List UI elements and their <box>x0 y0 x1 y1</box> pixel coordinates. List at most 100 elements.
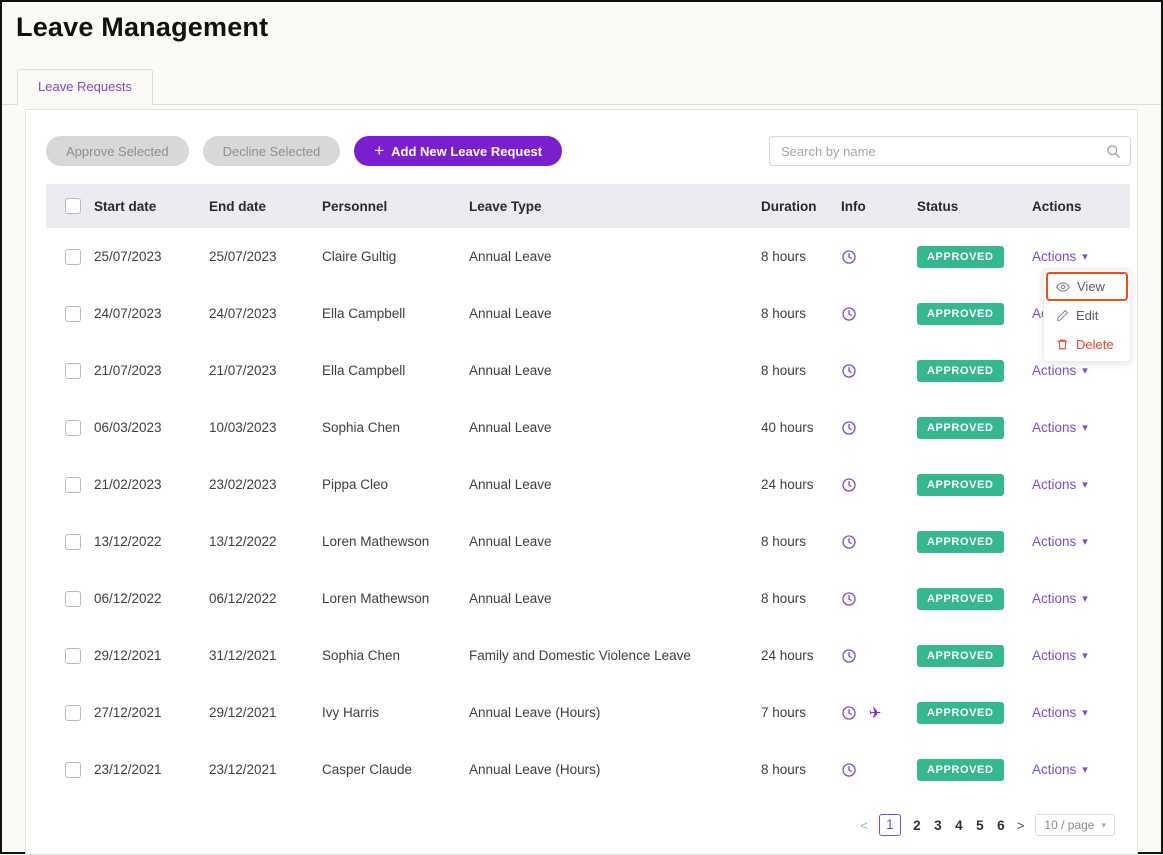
row-checkbox[interactable] <box>65 534 81 550</box>
tab-leave-requests[interactable]: Leave Requests <box>17 69 153 105</box>
actions-link[interactable]: Actions ▾ <box>1032 477 1088 492</box>
actions-link[interactable]: Actions ▾ <box>1032 591 1088 606</box>
clock-icon[interactable] <box>841 306 857 322</box>
dropdown-item-edit[interactable]: Edit <box>1046 301 1128 330</box>
actions-link-label: Actions <box>1032 534 1076 549</box>
cell-personnel: Sophia Chen <box>322 399 469 456</box>
dropdown-edit-label: Edit <box>1076 308 1098 323</box>
clock-icon[interactable] <box>841 420 857 436</box>
chevron-down-icon: ▾ <box>1082 250 1088 263</box>
page-number-2[interactable]: 2 <box>912 818 922 833</box>
row-checkbox[interactable] <box>65 591 81 607</box>
col-actions: Actions <box>1032 184 1130 228</box>
cell-personnel: Loren Mathewson <box>322 513 469 570</box>
page-number-6[interactable]: 6 <box>996 818 1006 833</box>
col-status: Status <box>917 184 1032 228</box>
actions-link[interactable]: Actions ▾ <box>1032 420 1088 435</box>
actions-link[interactable]: Actions ▾ <box>1032 648 1088 663</box>
status-badge: APPROVED <box>917 588 1004 610</box>
chevron-down-icon: ▾ <box>1101 820 1106 831</box>
status-badge: APPROVED <box>917 645 1004 667</box>
plus-icon: + <box>374 142 384 159</box>
actions-link[interactable]: Actions ▾ <box>1032 249 1088 264</box>
table-row: 21/07/2023 21/07/2023 Ella Campbell Annu… <box>46 342 1130 399</box>
search-box <box>769 136 1131 166</box>
cell-leave-type: Annual Leave <box>469 285 761 342</box>
actions-link-label: Actions <box>1032 591 1076 606</box>
row-checkbox[interactable] <box>65 762 81 778</box>
next-page-button[interactable]: > <box>1017 818 1025 833</box>
clock-icon[interactable] <box>841 477 857 493</box>
col-info: Info <box>841 184 917 228</box>
clock-icon[interactable] <box>841 249 857 265</box>
clock-icon[interactable] <box>841 762 857 778</box>
cell-end-date: 06/12/2022 <box>209 570 322 627</box>
dropdown-item-delete[interactable]: Delete <box>1046 330 1128 359</box>
cell-duration: 24 hours <box>761 627 841 684</box>
page-number-4[interactable]: 4 <box>954 818 964 833</box>
eye-icon <box>1056 280 1070 294</box>
cell-start-date: 23/12/2021 <box>94 741 209 798</box>
clock-icon[interactable] <box>841 591 857 607</box>
row-checkbox[interactable] <box>65 306 81 322</box>
cell-personnel: Pippa Cleo <box>322 456 469 513</box>
row-checkbox[interactable] <box>65 705 81 721</box>
status-badge: APPROVED <box>917 303 1004 325</box>
decline-selected-button[interactable]: Decline Selected <box>203 136 341 166</box>
cell-end-date: 13/12/2022 <box>209 513 322 570</box>
prev-page-button[interactable]: < <box>860 818 868 833</box>
row-checkbox[interactable] <box>65 477 81 493</box>
cell-leave-type: Family and Domestic Violence Leave <box>469 627 761 684</box>
cell-start-date: 06/12/2022 <box>94 570 209 627</box>
chevron-down-icon: ▾ <box>1082 364 1088 377</box>
cell-leave-type: Annual Leave <box>469 399 761 456</box>
actions-link-label: Actions <box>1032 648 1076 663</box>
col-personnel: Personnel <box>322 184 469 228</box>
leave-requests-panel: Approve Selected Decline Selected + Add … <box>25 109 1138 855</box>
status-badge: APPROVED <box>917 531 1004 553</box>
dropdown-item-view[interactable]: View <box>1046 272 1128 301</box>
search-input[interactable] <box>781 144 1106 159</box>
row-checkbox[interactable] <box>65 648 81 664</box>
cell-duration: 8 hours <box>761 570 841 627</box>
add-leave-request-button[interactable]: + Add New Leave Request <box>354 136 562 166</box>
page-number-1[interactable]: 1 <box>879 814 901 836</box>
clock-icon[interactable] <box>841 534 857 550</box>
row-checkbox[interactable] <box>65 420 81 436</box>
select-all-checkbox[interactable] <box>65 198 81 214</box>
cell-duration: 8 hours <box>761 342 841 399</box>
row-checkbox[interactable] <box>65 363 81 379</box>
cell-personnel: Loren Mathewson <box>322 570 469 627</box>
col-checkbox <box>46 184 94 228</box>
table-row: 21/02/2023 23/02/2023 Pippa Cleo Annual … <box>46 456 1130 513</box>
search-icon[interactable] <box>1106 144 1121 159</box>
chevron-down-icon: ▾ <box>1082 592 1088 605</box>
page-number-5[interactable]: 5 <box>975 818 985 833</box>
table-header-row: Start date End date Personnel Leave Type… <box>46 184 1130 228</box>
cell-end-date: 31/12/2021 <box>209 627 322 684</box>
clock-icon[interactable] <box>841 363 857 379</box>
clock-icon[interactable] <box>841 648 857 664</box>
approve-selected-button[interactable]: Approve Selected <box>46 136 189 166</box>
cell-duration: 8 hours <box>761 228 841 285</box>
actions-link[interactable]: Actions ▾ <box>1032 363 1088 378</box>
clock-icon[interactable] <box>841 705 857 721</box>
cell-duration: 8 hours <box>761 285 841 342</box>
actions-link[interactable]: Actions ▾ <box>1032 534 1088 549</box>
cell-duration: 24 hours <box>761 456 841 513</box>
page: { "header": { "title": "Leave Management… <box>0 0 1163 854</box>
cell-duration: 8 hours <box>761 741 841 798</box>
actions-link[interactable]: Actions ▾ <box>1032 762 1088 777</box>
page-number-3[interactable]: 3 <box>933 818 943 833</box>
cell-personnel: Ivy Harris <box>322 684 469 741</box>
row-checkbox[interactable] <box>65 249 81 265</box>
chevron-down-icon: ▾ <box>1082 763 1088 776</box>
cell-start-date: 27/12/2021 <box>94 684 209 741</box>
actions-link[interactable]: Actions ▾ <box>1032 705 1088 720</box>
page-size-select[interactable]: 10 / page ▾ <box>1035 814 1115 836</box>
leave-table: Start date End date Personnel Leave Type… <box>46 184 1130 798</box>
cell-end-date: 25/07/2023 <box>209 228 322 285</box>
status-badge: APPROVED <box>917 246 1004 268</box>
plane-icon[interactable]: ✈ <box>869 705 882 722</box>
col-start-date: Start date <box>94 184 209 228</box>
